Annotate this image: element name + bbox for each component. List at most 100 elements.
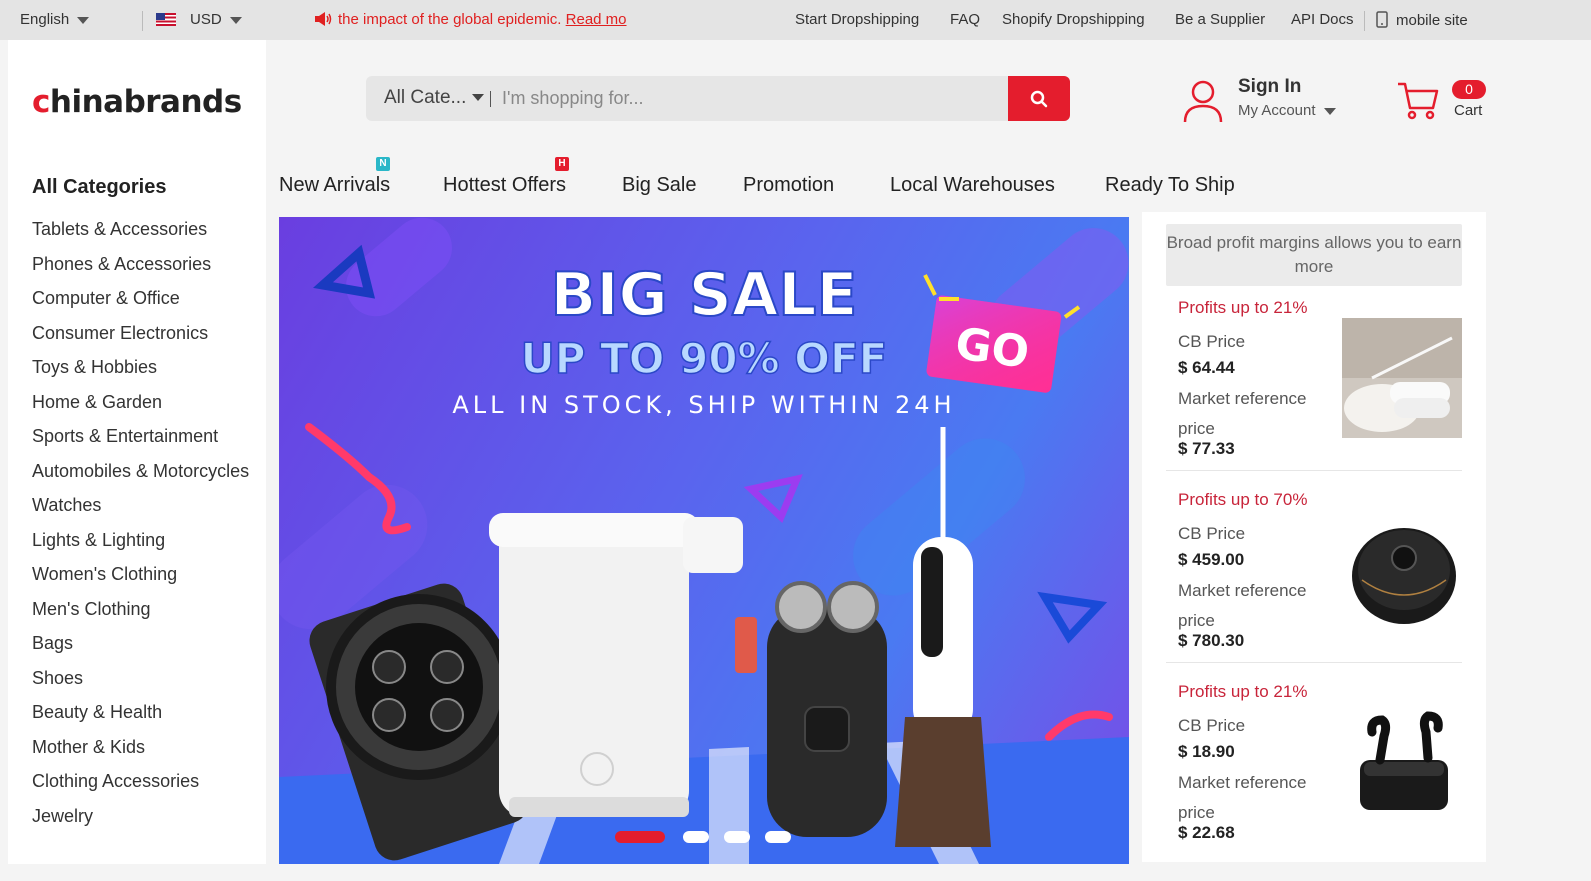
- divider: [1166, 662, 1462, 663]
- profit-label: Profits up to 21%: [1178, 682, 1308, 701]
- sidebar-category-item[interactable]: Home & Garden: [32, 387, 249, 422]
- nav-new-arrivals[interactable]: N New Arrivals: [279, 157, 390, 197]
- triangle-decor: [743, 474, 803, 523]
- cb-price-label: CB Price: [1178, 716, 1246, 735]
- search-button[interactable]: [1008, 76, 1070, 121]
- cart-icon: [1398, 82, 1439, 120]
- go-label: GO: [952, 318, 1032, 379]
- carousel-dot-2[interactable]: [683, 831, 709, 843]
- top-bar: English USD the impact of the global epi…: [0, 0, 1591, 40]
- hot-tag-badge: H: [555, 157, 569, 171]
- notice-text: the impact of the global epidemic.: [338, 11, 562, 28]
- sidebar-category-item[interactable]: Automobiles & Motorcycles: [32, 456, 249, 491]
- search-icon: [1030, 90, 1048, 107]
- nav-hottest-offers[interactable]: H Hottest Offers: [443, 157, 569, 197]
- towels-image: [1342, 318, 1462, 438]
- sidebar-category-item[interactable]: Men's Clothing: [32, 594, 249, 629]
- link-faq[interactable]: FAQ: [950, 11, 980, 28]
- sidebar-category-item[interactable]: Lights & Lighting: [32, 525, 249, 560]
- sidebar-category-item[interactable]: Tablets & Accessories: [32, 214, 249, 249]
- nav-label: Hottest Offers: [443, 174, 567, 196]
- market-price-label: Market reference price: [1178, 389, 1307, 438]
- sidebar-category-item[interactable]: Beauty & Health: [32, 697, 249, 732]
- robot-vacuum-image: [1342, 510, 1462, 630]
- nav-ready-to-ship[interactable]: Ready To Ship: [1105, 174, 1235, 197]
- triangle-decor: [1037, 591, 1108, 644]
- chinabrands-logo[interactable]: chinabrands: [32, 84, 242, 120]
- go-badge[interactable]: GO: [926, 295, 1062, 394]
- market-price-label: Market reference price: [1178, 773, 1307, 822]
- nav-promotion[interactable]: Promotion: [743, 174, 834, 197]
- sign-in-link[interactable]: Sign In: [1238, 76, 1301, 98]
- my-account-label: My Account: [1238, 102, 1316, 119]
- product-card[interactable]: Profits up to 70% CB Price $ 459.00 Mark…: [1166, 490, 1462, 680]
- divider: [490, 91, 491, 107]
- cart-button[interactable]: 0 Cart: [1396, 78, 1496, 128]
- language-selector[interactable]: English: [20, 11, 90, 28]
- sidebar-category-item[interactable]: Sports & Entertainment: [32, 421, 249, 456]
- product-card[interactable]: Profits up to 21% CB Price $ 18.90 Marke…: [1166, 682, 1462, 872]
- sidebar-category-item[interactable]: Mother & Kids: [32, 732, 249, 767]
- language-label: English: [20, 11, 70, 28]
- category-label: All Cate...: [384, 87, 467, 108]
- sidebar-category-item[interactable]: Bags: [32, 628, 249, 663]
- sparkle-decor: [923, 274, 937, 296]
- link-api-docs[interactable]: API Docs: [1291, 11, 1354, 28]
- banner-subtitle: UP TO 90% OFF: [521, 334, 888, 383]
- carousel-dot-1[interactable]: [615, 831, 665, 843]
- nav-big-sale[interactable]: Big Sale: [622, 174, 697, 197]
- read-more-link[interactable]: Read mo: [566, 11, 627, 28]
- cart-label: Cart: [1454, 102, 1483, 119]
- divider: [1166, 470, 1462, 471]
- sidebar-category-item[interactable]: Clothing Accessories: [32, 766, 249, 801]
- profit-panel: Broad profit margins allows you to earn …: [1142, 212, 1486, 862]
- currency-selector[interactable]: USD: [156, 11, 242, 28]
- logo-mark: c: [32, 84, 50, 120]
- cb-price-value: $ 18.90: [1178, 742, 1235, 761]
- cb-price-label: CB Price: [1178, 524, 1246, 543]
- divider: [1364, 11, 1365, 31]
- link-be-a-supplier[interactable]: Be a Supplier: [1175, 11, 1265, 28]
- chevron-down-icon: [77, 16, 90, 24]
- sidebar-category-item[interactable]: Jewelry: [32, 801, 249, 836]
- currency-label: USD: [190, 11, 222, 28]
- account-menu[interactable]: Sign In My Account: [1182, 76, 1352, 126]
- epidemic-notice: the impact of the global epidemic. Read …: [314, 11, 627, 28]
- mobile-site-link[interactable]: mobile site: [1376, 11, 1468, 29]
- my-account-dropdown[interactable]: My Account: [1238, 102, 1336, 119]
- sidebar-category-item[interactable]: Computer & Office: [32, 283, 249, 318]
- mobile-phone-icon: [1376, 11, 1388, 28]
- carousel-dot-4[interactable]: [765, 831, 791, 843]
- sidebar-category-item[interactable]: Consumer Electronics: [32, 318, 249, 353]
- link-shopify-dropshipping[interactable]: Shopify Dropshipping: [1002, 11, 1145, 28]
- search-bar: All Cate...: [366, 76, 1070, 121]
- category-list: Tablets & Accessories Phones & Accessorie…: [32, 214, 249, 835]
- sidebar-category-item[interactable]: Phones & Accessories: [32, 249, 249, 284]
- banner-tagline: ALL IN STOCK, SHIP WITHIN 24H: [452, 391, 955, 419]
- carousel-dot-3[interactable]: [724, 831, 750, 843]
- all-categories-heading[interactable]: All Categories: [32, 176, 166, 199]
- us-flag-icon: [156, 13, 176, 26]
- nav-local-warehouses[interactable]: Local Warehouses: [890, 174, 1055, 197]
- divider: [142, 11, 143, 31]
- category-dropdown[interactable]: All Cate...: [384, 87, 485, 109]
- category-sidebar: All Categories Tablets & Accessories Phon…: [8, 168, 266, 864]
- sidebar-category-item[interactable]: Toys & Hobbies: [32, 352, 249, 387]
- chevron-down-icon: [229, 16, 242, 24]
- chevron-down-icon: [472, 94, 485, 102]
- cb-price-value: $ 64.44: [1178, 358, 1235, 377]
- profit-label: Profits up to 21%: [1178, 298, 1308, 317]
- search-input[interactable]: [502, 82, 1002, 115]
- market-price-value: $ 22.68: [1178, 823, 1235, 842]
- hero-banner[interactable]: BIG SALE UP TO 90% OFF ALL IN STOCK, SHI…: [279, 217, 1129, 864]
- sidebar-category-item[interactable]: Shoes: [32, 663, 249, 698]
- sidebar-category-item[interactable]: Watches: [32, 490, 249, 525]
- link-start-dropshipping[interactable]: Start Dropshipping: [795, 11, 919, 28]
- sidebar-category-item[interactable]: Women's Clothing: [32, 559, 249, 594]
- banner-title: BIG SALE: [550, 260, 857, 330]
- profit-label: Profits up to 70%: [1178, 490, 1308, 509]
- speaker-icon: [315, 12, 332, 26]
- product-card[interactable]: Profits up to 21% CB Price $ 64.44 Marke…: [1166, 298, 1462, 488]
- logo-text: hinabrands: [49, 84, 242, 120]
- market-price-value: $ 780.30: [1178, 631, 1245, 650]
